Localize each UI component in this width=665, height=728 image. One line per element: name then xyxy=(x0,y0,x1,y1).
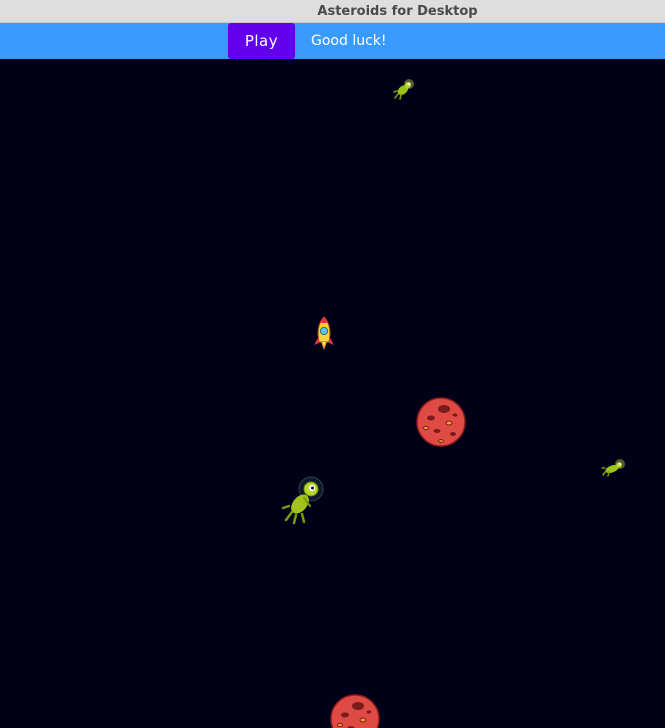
status-message: Good luck! xyxy=(311,33,387,49)
game-toolbar: Play Good luck! xyxy=(0,23,665,59)
green-alien-icon xyxy=(281,476,324,525)
green-alien-small-icon xyxy=(393,79,414,100)
red-planet-asteroid-icon xyxy=(330,694,380,728)
window-titlebar: Asteroids for Desktop xyxy=(0,0,665,23)
play-button[interactable]: Play xyxy=(228,23,295,59)
green-alien-small-icon xyxy=(601,459,625,477)
rocket-icon xyxy=(314,316,334,350)
window-title: Asteroids for Desktop xyxy=(317,4,478,19)
game-field[interactable] xyxy=(0,59,665,728)
red-planet-asteroid-icon xyxy=(416,397,466,447)
